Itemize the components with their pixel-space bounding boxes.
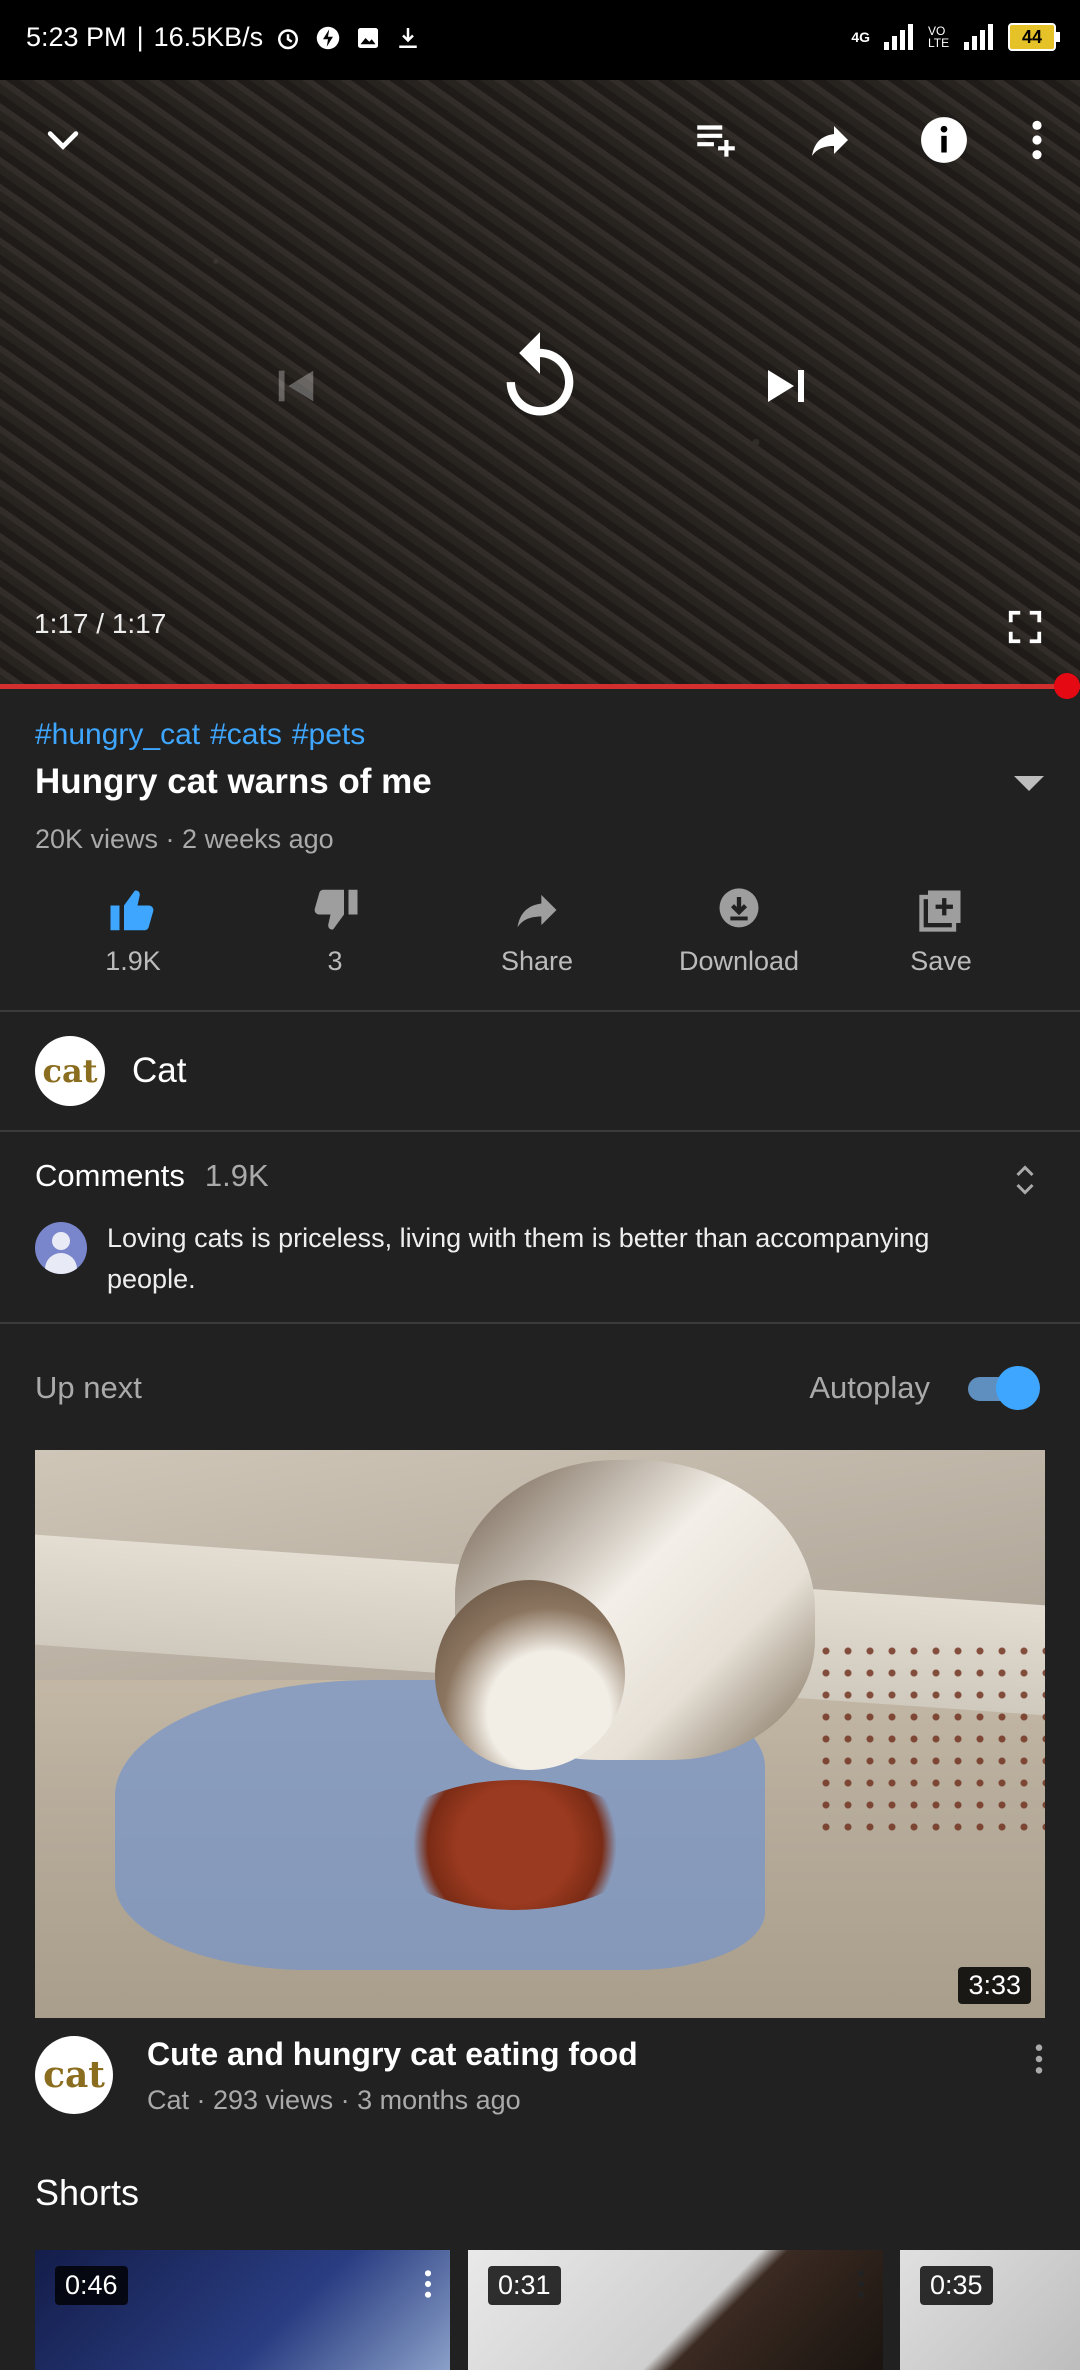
toggle-thumb [996,1366,1040,1410]
recommended-thumbnail[interactable]: 3:33 [35,1450,1045,2018]
previous-icon [266,356,326,416]
short-card[interactable]: 0:35 [900,2250,1080,2370]
short-duration: 0:35 [920,2266,993,2305]
volte-label: VO LTE [928,24,950,50]
download-button[interactable]: Download [638,880,840,990]
recommended-meta: Cat · 293 views · 3 months ago [147,2085,521,2115]
replay-icon[interactable] [488,326,592,430]
status-bar: 5:23 PM | 16.5KB/s 4G VO LTE 44 [0,0,1080,80]
status-separator: | [136,22,144,52]
more-icon[interactable] [422,2268,434,2305]
comments-header[interactable]: Comments 1.9K [35,1158,269,1194]
download-label: Download [678,946,800,976]
like-count: 1.9K [105,946,161,976]
share-label: Share [500,946,574,976]
hashtags: #hungry_cat #cats #pets [35,718,365,752]
autoplay-label: Autoplay [809,1370,930,1405]
comments-label: Comments [35,1158,185,1193]
like-button[interactable]: 1.9K [32,880,234,990]
dislike-button[interactable]: 3 [234,880,436,990]
like-icon [110,890,154,931]
video-time: 1:17 / 1:17 [34,608,167,639]
short-card[interactable]: 0:31 [468,2250,883,2370]
short-card[interactable]: 0:46 [35,2250,450,2370]
expand-description-icon[interactable] [1014,776,1044,791]
status-speed: 16.5KB/s [153,22,264,52]
add-to-queue-icon[interactable] [686,110,746,170]
share-icon[interactable] [800,110,860,170]
divider [0,1010,1080,1012]
signal-icon [884,24,913,50]
divider [0,1130,1080,1132]
dislike-count: 3 [327,946,343,976]
battery-icon: 44 [1008,23,1060,51]
thumbnail-cat-head [435,1580,625,1770]
divider [0,1322,1080,1324]
download-icon [719,888,759,928]
channel-row[interactable]: cat Cat [35,1036,186,1106]
alarm-icon [278,28,299,49]
video-meta: 20K views · 2 weeks ago [35,824,334,854]
dislike-icon [314,889,358,930]
more-icon[interactable] [855,2268,867,2305]
recommended-info[interactable]: cat Cute and hungry cat eating food Cat … [35,2036,1045,2116]
shield-icon [316,26,340,49]
video-player[interactable]: 1:17 / 1:17 [0,80,1080,684]
signal-icon-2 [964,24,993,50]
fullscreen-icon[interactable] [1000,602,1050,652]
recommended-title[interactable]: Cute and hungry cat eating food [147,2036,638,2073]
progress-scrubber[interactable] [1054,673,1080,699]
up-next-label: Up next [35,1370,142,1405]
hashtag-link[interactable]: #hungry_cat [35,718,200,752]
collapse-icon[interactable] [38,116,88,166]
share-icon [517,894,557,928]
autoplay-toggle[interactable] [968,1366,1040,1410]
hashtag-link[interactable]: #cats [210,718,282,752]
info-icon[interactable] [914,110,974,170]
short-duration: 0:46 [55,2266,128,2305]
commenter-avatar [35,1222,87,1274]
status-time: 5:23 PM [26,22,127,52]
top-comment[interactable]: Loving cats is priceless, living with th… [35,1218,1035,1300]
action-bar: 1.9K 3 Share Download Save [0,880,1080,990]
channel-avatar[interactable]: cat [35,2036,113,2114]
save-icon [919,890,961,932]
thumbnail-pellets [815,1640,1045,1840]
save-label: Save [910,946,972,976]
comments-count: 1.9K [204,1158,269,1193]
network-type: 4G [851,29,870,45]
more-icon[interactable] [1012,110,1062,170]
channel-name[interactable]: Cat [132,1051,186,1091]
next-icon[interactable] [756,356,816,416]
short-duration: 0:31 [488,2266,561,2305]
video-duration: 3:33 [958,1967,1031,2004]
thumbnail-food [385,1780,645,1910]
more-icon[interactable] [1033,2042,1045,2081]
channel-avatar[interactable]: cat [35,1036,105,1106]
progress-bar[interactable] [0,684,1080,689]
shorts-heading: Shorts [35,2172,140,2213]
save-button[interactable]: Save [840,880,1042,990]
comment-text: Loving cats is priceless, living with th… [107,1223,930,1294]
video-title[interactable]: Hungry cat warns of me [35,762,432,802]
expand-comments-icon[interactable] [1010,1160,1040,1205]
share-button[interactable]: Share [436,880,638,990]
download-status-icon [399,27,417,48]
gallery-icon [358,27,379,48]
hashtag-link[interactable]: #pets [292,718,365,752]
